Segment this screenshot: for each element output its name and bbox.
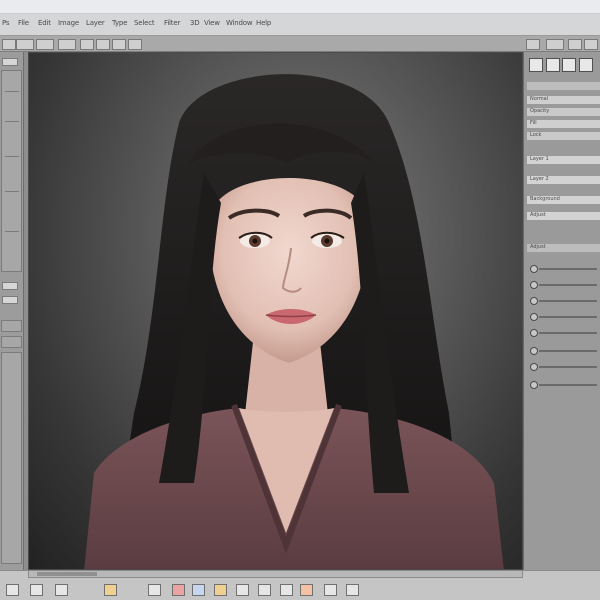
layer-row[interactable]: Adjust (527, 212, 600, 220)
menu-item-select[interactable]: Select (134, 19, 155, 31)
properties-header (527, 82, 600, 90)
panel-toggle-button-2[interactable] (2, 296, 18, 304)
menu-item-app[interactable]: Ps (2, 19, 10, 31)
auto-select-checkbox[interactable] (16, 39, 34, 50)
mask-icon[interactable] (55, 584, 68, 596)
layer-row-label: Background (530, 196, 560, 202)
menu-item-edit[interactable]: Edit (38, 19, 51, 31)
system-title-bar (0, 0, 600, 14)
vibrance-slider[interactable] (527, 310, 599, 324)
group-dropdown[interactable] (36, 39, 54, 50)
menu-item-view[interactable]: View (204, 19, 220, 31)
tool-options-box[interactable] (1, 320, 22, 332)
workspace-menu-button[interactable] (546, 39, 564, 50)
layers-icon[interactable] (546, 58, 560, 72)
menu-item-filter[interactable]: Filter (164, 19, 180, 31)
portrait-photo (84, 74, 504, 569)
balance-icon (530, 347, 538, 355)
exposure-slider[interactable] (527, 294, 599, 308)
secondary-panel (1, 352, 22, 564)
properties-row[interactable]: Fill (527, 120, 600, 128)
photo-filter-slider[interactable] (527, 378, 599, 392)
vibrance-icon (530, 313, 538, 321)
adjustments-title: Adjust (530, 244, 546, 250)
menu-item-file[interactable]: File (18, 19, 29, 31)
menu-item-type[interactable]: Type (112, 19, 127, 31)
mask-add-icon[interactable] (300, 584, 313, 596)
layer-row-label: Adjust (530, 212, 546, 218)
share-icon[interactable] (584, 39, 598, 50)
menu-item-layer[interactable]: Layer (86, 19, 105, 31)
menu-bar: Ps File Edit Image Layer Type Select Fil… (0, 14, 600, 36)
workspace-icon[interactable] (526, 39, 540, 50)
layer-row[interactable]: Background (527, 196, 600, 204)
move-tool-icon[interactable] (2, 39, 16, 50)
hue-slider[interactable] (527, 326, 599, 340)
contrast-slider[interactable] (527, 278, 599, 292)
paths-icon[interactable] (579, 58, 593, 72)
properties-row[interactable]: Normal (527, 96, 600, 104)
properties-row-label: Lock (530, 132, 542, 138)
tools-panel-group (1, 70, 22, 272)
history-icon[interactable] (529, 58, 543, 72)
distribute-icon[interactable] (128, 39, 142, 50)
frame-icon[interactable] (258, 584, 271, 596)
scrollbar-thumb[interactable] (37, 572, 97, 576)
transform-controls-checkbox[interactable] (58, 39, 76, 50)
menu-item-help[interactable]: Help (256, 19, 271, 31)
color-balance-slider[interactable] (527, 344, 599, 358)
layer-style-icon[interactable] (236, 584, 249, 596)
panel-toggle-button[interactable] (2, 282, 18, 290)
document-canvas[interactable] (28, 52, 523, 570)
align-right-icon[interactable] (112, 39, 126, 50)
tool-options-box-2[interactable] (1, 336, 22, 348)
layer-comp-icon[interactable] (280, 584, 293, 596)
align-left-icon[interactable] (80, 39, 94, 50)
right-panels: Normal Opacity Fill Lock Layer 1 Layer 2… (523, 52, 600, 570)
fx-icon[interactable] (30, 584, 43, 596)
layer-row[interactable]: Layer 2 (527, 176, 600, 184)
new-fill-icon[interactable] (324, 584, 337, 596)
options-bar (0, 36, 600, 52)
properties-row-label: Opacity (530, 108, 550, 114)
properties-row-label: Normal (530, 96, 549, 102)
properties-row[interactable]: Lock (527, 132, 600, 140)
exposure-icon (530, 297, 538, 305)
filter-icon (530, 381, 538, 389)
brightness-slider[interactable] (527, 262, 599, 276)
link-icon[interactable] (6, 584, 19, 596)
channels-icon[interactable] (562, 58, 576, 72)
hue-icon (530, 329, 538, 337)
trash-icon[interactable] (346, 584, 359, 596)
layer-row-label: Layer 1 (530, 156, 549, 162)
sun-icon (530, 265, 538, 273)
align-center-icon[interactable] (96, 39, 110, 50)
menu-item-3d[interactable]: 3D (190, 19, 200, 31)
new-layer-icon[interactable] (172, 584, 185, 596)
properties-row[interactable]: Opacity (527, 108, 600, 116)
contrast-icon (530, 281, 538, 289)
tools-collapse-tab[interactable] (2, 58, 18, 66)
properties-row-label: Fill (530, 120, 537, 126)
menu-item-image[interactable]: Image (58, 19, 79, 31)
black-white-icon (530, 363, 538, 371)
search-icon[interactable] (568, 39, 582, 50)
tools-panel (0, 52, 24, 570)
adjustments-header: Adjust (527, 244, 600, 252)
adjust-icon[interactable] (104, 584, 117, 596)
layer-row[interactable]: Layer 1 (527, 156, 600, 164)
color-swatch-icon[interactable] (192, 584, 205, 596)
menu-item-window[interactable]: Window (226, 19, 253, 31)
black-white-slider[interactable] (527, 360, 599, 374)
layer-row-label: Layer 2 (530, 176, 549, 182)
brush-icon[interactable] (214, 584, 227, 596)
group-icon[interactable] (148, 584, 161, 596)
horizontal-scrollbar[interactable] (28, 570, 523, 578)
